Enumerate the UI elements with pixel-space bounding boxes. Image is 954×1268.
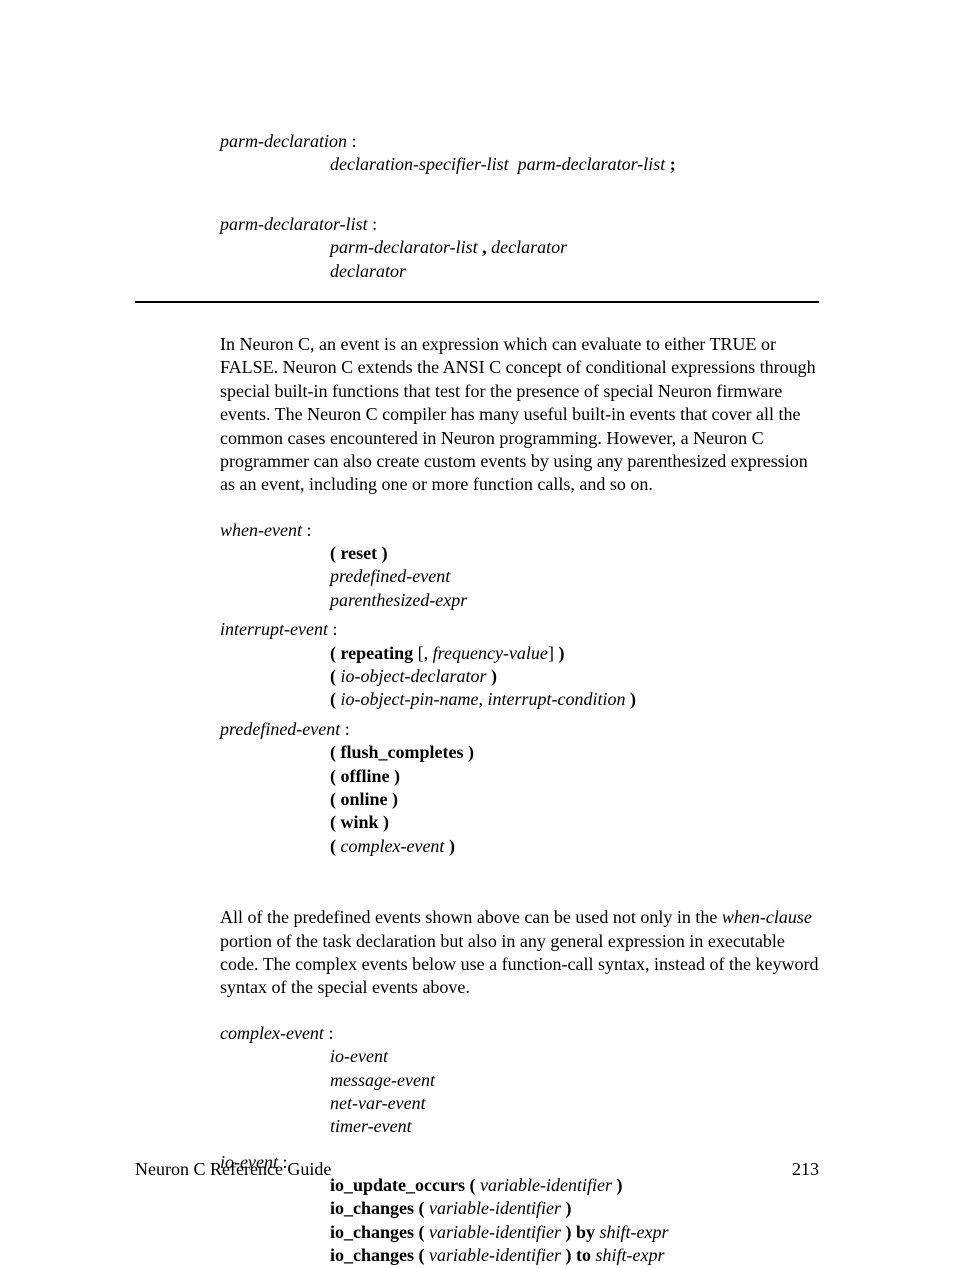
prod-part: variable-identifier [425, 1245, 566, 1265]
grammar-production: ( io-object-pin-name, interrupt-conditio… [330, 688, 819, 711]
prod-part: declarator [330, 261, 406, 281]
grammar-production: io-event [330, 1045, 819, 1068]
prod-part: predefined-event [330, 566, 450, 586]
grammar-label: when-event : [220, 519, 819, 542]
grammar-production: predefined-event [330, 565, 819, 588]
grammar-production: ( offline ) [330, 765, 819, 788]
prod-part: io-object-pin-name, interrupt-condition [336, 689, 630, 709]
prod-terminal: ) to [565, 1245, 591, 1265]
prod-terminal: io_changes ( [330, 1222, 425, 1242]
prod-part: shift-expr [595, 1222, 669, 1242]
grammar-production: net-var-event [330, 1092, 819, 1115]
grammar-production: io_changes ( variable-identifier ) [330, 1197, 819, 1220]
footer-page-number: 213 [792, 1159, 819, 1180]
grammar-label: predefined-event : [220, 718, 819, 741]
prod-terminal: ( offline ) [330, 766, 400, 786]
prod-terminal: ) [565, 1198, 571, 1218]
prod-terminal: ) by [565, 1222, 595, 1242]
grammar-production: ( flush_completes ) [330, 741, 819, 764]
grammar-label: parm-declarator-list : [220, 213, 819, 236]
grammar-production: message-event [330, 1069, 819, 1092]
grammar-production: ( reset ) [330, 542, 819, 565]
prod-terminal: ) [558, 643, 564, 663]
grammar-predefined-event: predefined-event : ( flush_completes ) (… [220, 718, 819, 858]
prod-part: shift-expr [591, 1245, 665, 1265]
grammar-when-event: when-event : ( reset ) predefined-event … [220, 519, 819, 613]
grammar-production: io_changes ( variable-identifier ) by sh… [330, 1221, 819, 1244]
prod-part: net-var-event [330, 1093, 426, 1113]
prod-part: ] [548, 643, 559, 663]
prod-terminal: ( wink ) [330, 812, 389, 832]
prod-terminal: io_changes ( [330, 1198, 425, 1218]
grammar-production: ( complex-event ) [330, 835, 819, 858]
label-text: parm-declaration [220, 131, 347, 151]
grammar-interrupt-event: interrupt-event : ( repeating [, frequen… [220, 618, 819, 712]
prod-terminal: ( repeating [330, 643, 413, 663]
label-text: interrupt-event [220, 619, 328, 639]
paragraph: In Neuron C, an event is an expression w… [220, 333, 819, 497]
prod-part: declarator [491, 237, 567, 257]
page-footer: Neuron C Reference Guide 213 [135, 1159, 819, 1180]
para-text: portion of the task declaration but also… [220, 931, 818, 998]
page: parm-declaration : declaration-specifier… [0, 0, 954, 1235]
grammar-label: parm-declaration : [220, 130, 819, 153]
paragraph: All of the predefined events shown above… [220, 906, 819, 1000]
label-text: parm-declarator-list [220, 214, 368, 234]
prod-part: variable-identifier [425, 1198, 566, 1218]
grammar-production: parm-declarator-list , declarator [330, 236, 819, 259]
grammar-production: declarator [330, 260, 819, 283]
grammar-production: ( io-object-declarator ) [330, 665, 819, 688]
label-text: predefined-event [220, 719, 340, 739]
prod-part: [, [413, 643, 433, 663]
grammar-label: interrupt-event : [220, 618, 819, 641]
prod-part: declaration-specifier-list [330, 154, 509, 174]
grammar-production: timer-event [330, 1115, 819, 1138]
prod-terminal: , [478, 237, 492, 257]
prod-terminal: ( online ) [330, 789, 398, 809]
prod-part: timer-event [330, 1116, 412, 1136]
prod-terminal: io_changes ( [330, 1245, 425, 1265]
page-content: In Neuron C, an event is an expression w… [220, 333, 819, 1268]
prod-terminal: ) [491, 666, 497, 686]
prod-part: io-object-declarator [336, 666, 491, 686]
grammar-production: io_changes ( variable-identifier ) to sh… [330, 1244, 819, 1267]
prod-part: complex-event [336, 836, 449, 856]
prod-terminal: ; [670, 154, 676, 174]
para-text: All of the predefined events shown above… [220, 907, 722, 927]
prod-part: message-event [330, 1070, 435, 1090]
prod-part: parenthesized-expr [330, 590, 467, 610]
prod-terminal: ( reset ) [330, 543, 388, 563]
label-text: when-event [220, 520, 302, 540]
prod-part: parm-declarator-list [518, 154, 666, 174]
prod-terminal: ( flush_completes ) [330, 742, 474, 762]
grammar-parm-declaration: parm-declaration : declaration-specifier… [220, 130, 819, 177]
grammar-production: ( wink ) [330, 811, 819, 834]
grammar-production: parenthesized-expr [330, 589, 819, 612]
grammar-label: complex-event : [220, 1022, 819, 1045]
prod-terminal: ) [449, 836, 455, 856]
prod-part: parm-declarator-list [330, 237, 478, 257]
grammar-parm-declarator-list: parm-declarator-list : parm-declarator-l… [220, 213, 819, 283]
grammar-production: declaration-specifier-list parm-declarat… [330, 153, 819, 176]
grammar-production: ( repeating [, frequency-value] ) [330, 642, 819, 665]
label-text: complex-event [220, 1023, 324, 1043]
para-text-ital: when-clause [722, 907, 812, 927]
prod-terminal: ) [630, 689, 636, 709]
prod-part: frequency-value [433, 643, 548, 663]
grammar-complex-event: complex-event : io-event message-event n… [220, 1022, 819, 1139]
prod-part: variable-identifier [425, 1222, 566, 1242]
footer-title: Neuron C Reference Guide [135, 1159, 331, 1180]
page-content: parm-declaration : declaration-specifier… [220, 130, 819, 283]
grammar-production: ( online ) [330, 788, 819, 811]
section-divider [135, 301, 819, 303]
prod-part: io-event [330, 1046, 388, 1066]
